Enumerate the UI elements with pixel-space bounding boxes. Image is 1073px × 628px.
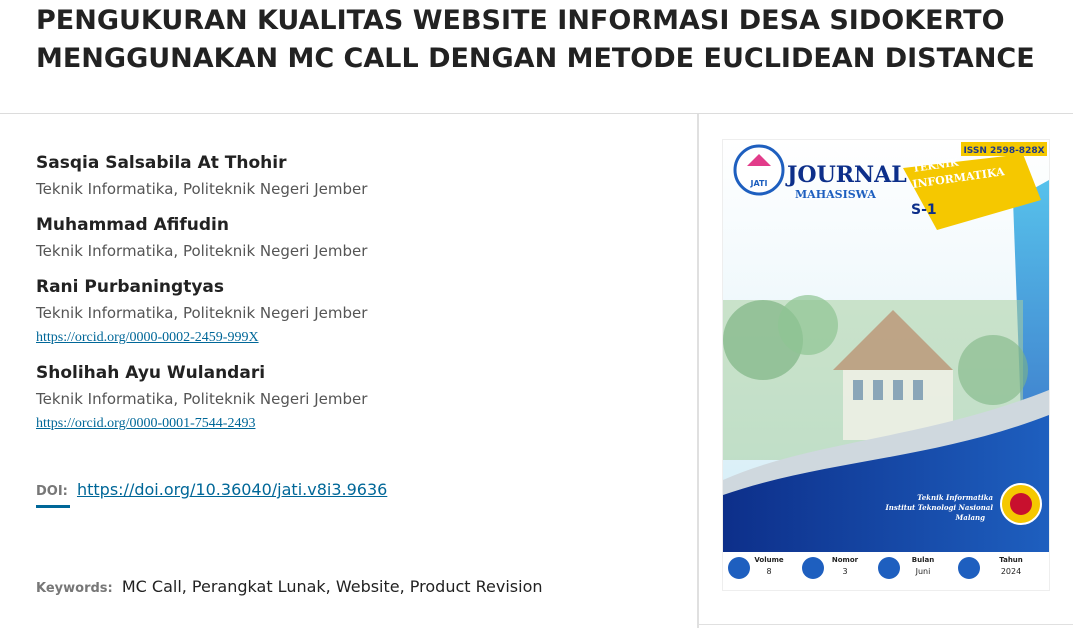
svg-text:Juni: Juni	[915, 567, 931, 576]
svg-text:Bulan: Bulan	[912, 556, 934, 564]
cover-institution-line3: Malang	[955, 513, 986, 522]
doi-section: DOI: https://doi.org/10.36040/jati.v8i3.…	[36, 480, 387, 508]
cover-journal-title: JOURNAL	[785, 162, 907, 188]
author-affiliation: Teknik Informatika, Politeknik Negeri Je…	[36, 242, 368, 260]
author-name: Sholihah Ayu Wulandari	[36, 363, 266, 383]
svg-text:3: 3	[842, 567, 847, 576]
cover-institution-line1: Teknik Informatika	[917, 493, 993, 502]
author-name: Rani Purbaningtyas	[36, 277, 224, 297]
svg-text:Tahun: Tahun	[999, 556, 1023, 564]
author-affiliation: Teknik Informatika, Politeknik Negeri Je…	[36, 390, 368, 408]
author-list: Sasqia Salsabila At Thohir Teknik Inform…	[36, 150, 676, 446]
svg-text:8: 8	[766, 567, 771, 576]
svg-text:2024: 2024	[1001, 567, 1021, 576]
cover-issn: ISSN 2598-828X	[963, 146, 1044, 156]
column-divider	[697, 114, 699, 628]
cover-level: S-1	[911, 202, 937, 218]
orcid-link[interactable]: https://orcid.org/0000-0001-7544-2493	[36, 412, 255, 436]
cover-institution-line2: Institut Teknologi Nasional	[885, 503, 994, 512]
doi-label: DOI:	[36, 484, 68, 499]
keywords-value: MC Call, Perangkat Lunak, Website, Produ…	[121, 577, 543, 596]
doi-link[interactable]: https://doi.org/10.36040/jati.v8i3.9636	[77, 480, 387, 499]
author-affiliation: Teknik Informatika, Politeknik Negeri Je…	[36, 180, 368, 198]
orcid-link[interactable]: https://orcid.org/0000-0002-2459-999X	[36, 326, 259, 350]
header-divider	[0, 113, 1073, 114]
sidebar-bottom-divider	[699, 624, 1073, 625]
author-item: Sholihah Ayu Wulandari Teknik Informatik…	[36, 360, 676, 436]
author-affiliation: Teknik Informatika, Politeknik Negeri Je…	[36, 304, 368, 322]
author-name: Sasqia Salsabila At Thohir	[36, 153, 287, 173]
cover-logo-text: JATI	[750, 179, 768, 188]
author-item: Rani Purbaningtyas Teknik Informatika, P…	[36, 274, 676, 350]
author-item: Sasqia Salsabila At Thohir Teknik Inform…	[36, 150, 676, 202]
journal-cover-svg: ISSN 2598-828X JATI JOURNAL MAHASISWA TE…	[723, 140, 1049, 590]
cover-mahasiswa: MAHASISWA	[795, 188, 876, 201]
keywords-section: Keywords: MC Call, Perangkat Lunak, Webs…	[36, 577, 543, 596]
keywords-label: Keywords:	[36, 581, 113, 596]
svg-text:Nomor: Nomor	[832, 556, 859, 564]
article-title: PENGUKURAN KUALITAS WEBSITE INFORMASI DE…	[36, 5, 1035, 74]
author-item: Muhammad Afifudin Teknik Informatika, Po…	[36, 212, 676, 264]
doi-underline	[36, 505, 70, 508]
svg-text:Volume: Volume	[754, 556, 784, 564]
author-name: Muhammad Afifudin	[36, 215, 229, 235]
journal-cover-image[interactable]: ISSN 2598-828X JATI JOURNAL MAHASISWA TE…	[722, 139, 1050, 591]
